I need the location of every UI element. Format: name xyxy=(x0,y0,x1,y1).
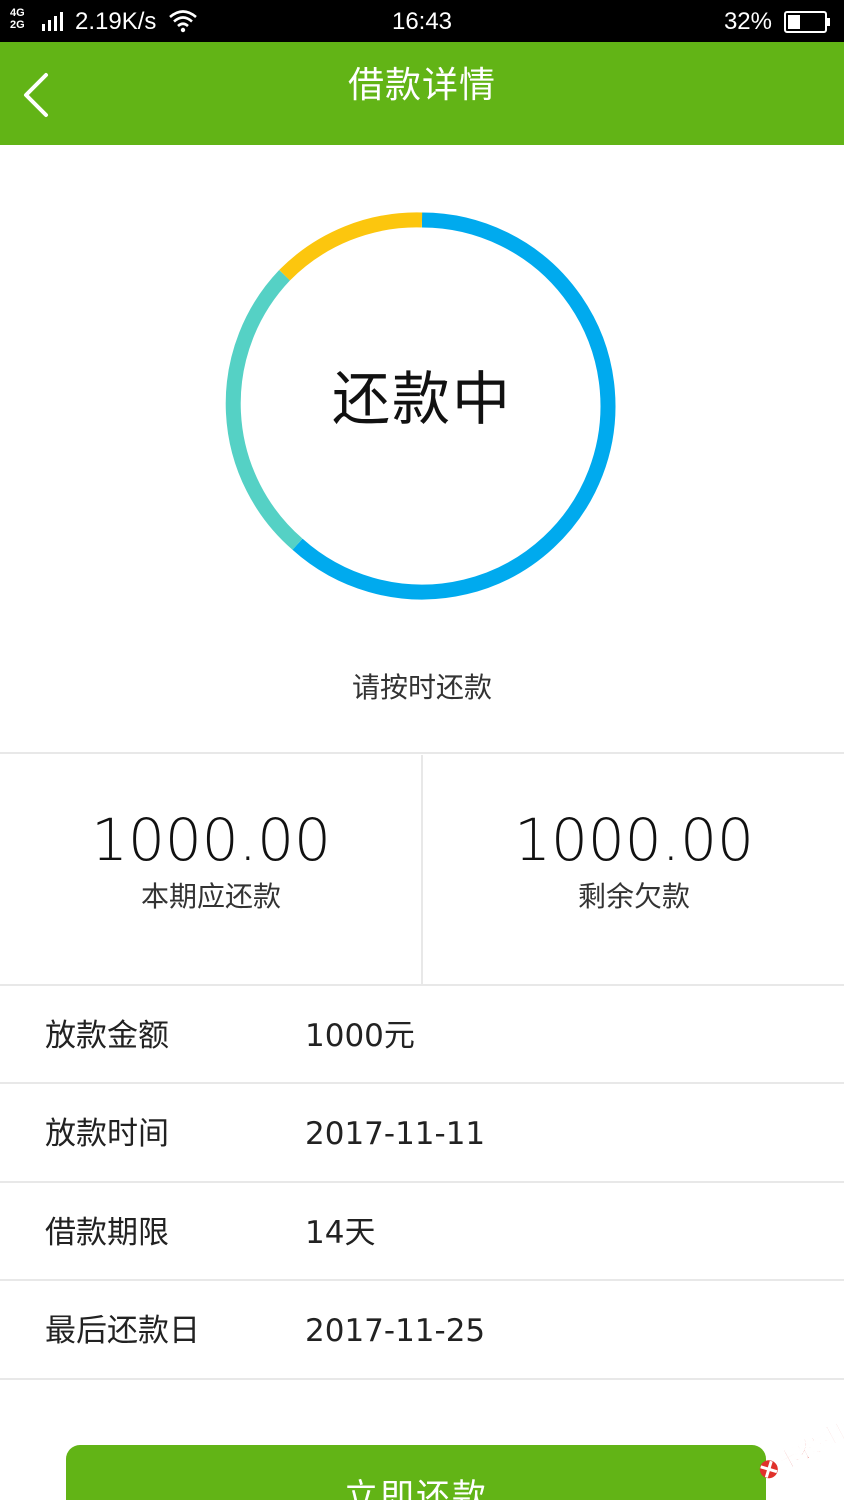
loan-status-text: 还款中 xyxy=(331,365,512,433)
repayment-reminder: 请按时还款 xyxy=(351,671,492,704)
battery-icon xyxy=(784,11,830,33)
remaining-balance-value: 1000.00 xyxy=(514,806,754,874)
detail-row-loan-date: 放款时间 2017-11-11 xyxy=(0,1084,844,1182)
detail-value: 2017-11-25 xyxy=(305,1313,486,1349)
detail-value: 1000元 xyxy=(305,1018,415,1054)
battery-percentage: 32% xyxy=(723,8,772,35)
detail-value: 2017-11-11 xyxy=(305,1116,486,1152)
current-due-label: 本期应还款 xyxy=(140,880,281,913)
screen: 4G 2G 2.19K/s 16:43 32% 借款详情 还款中 请按时还款 1… xyxy=(0,0,844,1500)
status-bar: 4G 2G 2.19K/s 16:43 32% xyxy=(0,0,844,42)
remaining-balance: 1000.00 剩余欠款 xyxy=(423,755,844,985)
page-title: 借款详情 xyxy=(347,65,496,106)
ring-segment-yellow xyxy=(279,212,423,281)
current-due-amount: 1000.00 本期应还款 xyxy=(0,755,422,985)
detail-label: 放款金额 xyxy=(45,1018,169,1054)
repay-now-label: 立即还款 xyxy=(344,1477,488,1500)
app-header: 借款详情 xyxy=(0,42,844,145)
divider xyxy=(0,752,844,754)
clock: 16:43 xyxy=(391,8,453,35)
detail-row-loan-amount: 放款金额 1000元 xyxy=(0,986,844,1084)
repay-now-button[interactable]: 立即还款 xyxy=(66,1445,766,1500)
detail-label: 借款期限 xyxy=(45,1215,169,1251)
status-ring: 还款中 xyxy=(222,206,622,606)
detail-row-due-date: 最后还款日 2017-11-25 xyxy=(0,1281,844,1379)
detail-label: 最后还款日 xyxy=(45,1313,200,1349)
detail-row-loan-term: 借款期限 14天 xyxy=(0,1183,844,1281)
divider xyxy=(0,1378,844,1380)
detail-value: 14天 xyxy=(305,1215,376,1251)
current-due-value: 1000.00 xyxy=(91,806,331,874)
detail-label: 放款时间 xyxy=(45,1116,169,1152)
remaining-balance-label: 剩余欠款 xyxy=(577,880,690,913)
watermark-logo: 卡农社区 xyxy=(759,1411,844,1479)
svg-text:卡农社区: 卡农社区 xyxy=(774,1412,844,1476)
